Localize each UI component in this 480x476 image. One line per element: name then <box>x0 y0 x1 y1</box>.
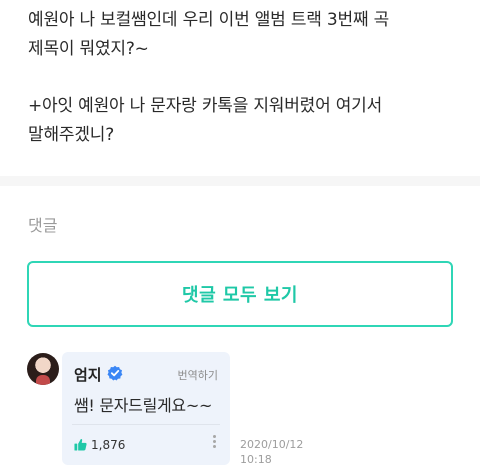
translate-button[interactable]: 번역하기 <box>178 367 218 383</box>
view-all-comments-button[interactable]: 댓글 모두 보기 <box>27 261 453 327</box>
post-text-line: 제목이 뭐였지?~ <box>28 39 149 59</box>
verified-badge-icon <box>107 365 123 381</box>
post-body: 예원아 나 보컬쌤인데 우리 이번 앨범 트랙 3번째 곡 제목이 뭐였지?~ … <box>28 6 468 150</box>
comment-timestamp: 2020/10/12 10:18 <box>240 437 303 467</box>
like-icon[interactable] <box>74 438 87 451</box>
comment-text: 쌤! 문자드릴게요~~ <box>74 396 213 415</box>
comment-bubble: 엄지 번역하기 쌤! 문자드릴게요~~ 1,876 <box>62 352 230 465</box>
section-divider <box>0 176 480 186</box>
more-options-icon[interactable] <box>213 435 217 451</box>
post-text-line: 말해주겠니? <box>28 125 115 145</box>
comment-time: 10:18 <box>240 453 272 466</box>
post-text-line: 예원아 나 보컬쌤인데 우리 이번 앨범 트랙 3번째 곡 <box>28 10 390 30</box>
bubble-divider <box>72 424 220 425</box>
comment-date: 2020/10/12 <box>240 438 304 451</box>
post-text-line: +아잇 예원아 나 문자랑 카톡을 지워버렸어 여기서 <box>28 96 383 116</box>
comments-section-label: 댓글 <box>28 216 58 235</box>
avatar[interactable] <box>27 353 59 385</box>
comment-author[interactable]: 엄지 <box>74 364 102 385</box>
like-count: 1,876 <box>91 438 126 452</box>
